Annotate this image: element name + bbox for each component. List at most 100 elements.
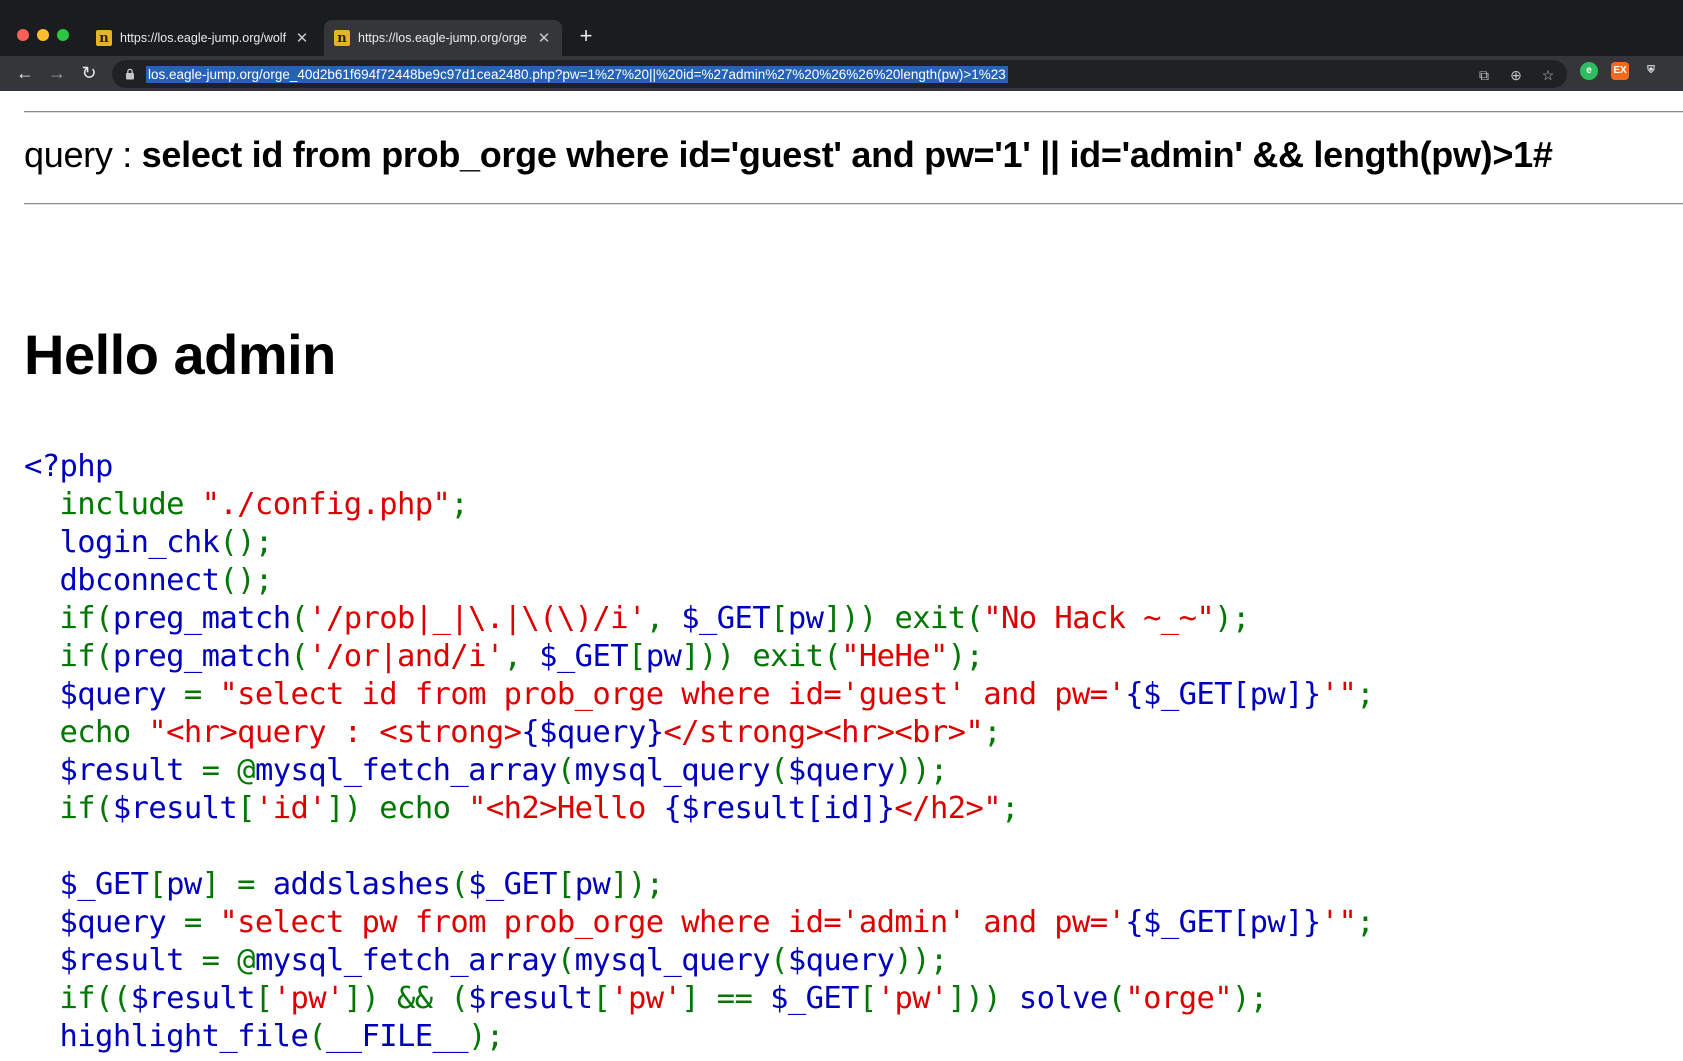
query-label: query : [24, 134, 142, 175]
minimize-window-button[interactable] [37, 29, 49, 41]
code-token: "orge" [1125, 981, 1232, 1016]
code-token: if( [24, 639, 114, 674]
arrow-left-icon[interactable]: ← [12, 60, 38, 86]
code-token: ; [1001, 791, 1019, 826]
code-token: $result [24, 753, 202, 788]
code-token: preg_match [112, 601, 291, 636]
code-token: $query [787, 753, 895, 788]
tab-title: https://los.eagle-jump.org/orge [358, 31, 527, 45]
code-token: $query [787, 943, 895, 978]
divider-bottom [24, 203, 1683, 205]
code-token: , [503, 639, 540, 674]
code-token: ])) exit( [681, 639, 842, 674]
code-line: include "./config.php"; [24, 486, 1374, 524]
code-line [24, 828, 1374, 866]
code-line: $_GET[pw] = addslashes($_GET[pw]); [24, 866, 1374, 904]
code-token: ])) exit( [823, 601, 984, 636]
code-token: pw [787, 601, 824, 636]
code-token: "select pw from prob_orge where id='admi… [219, 905, 1126, 940]
code-token: "<hr>query : <strong> [148, 715, 522, 750]
zoom-window-button[interactable] [57, 29, 69, 41]
code-token: echo [24, 715, 149, 750]
code-token: ( [1107, 981, 1126, 1016]
code-token: ( [770, 943, 788, 978]
code-line: <?php [24, 448, 1374, 486]
arrow-right-icon[interactable]: → [44, 60, 70, 86]
code-token: "HeHe" [841, 639, 948, 674]
address-bar[interactable]: los.eagle-jump.org/orge_40d2b61f694f7244… [112, 60, 1567, 88]
code-token: ] = [201, 867, 273, 902]
close-window-button[interactable] [17, 29, 29, 41]
code-token: [ [148, 867, 167, 902]
code-token: if(( [24, 981, 132, 1016]
code-token: $_GET [24, 867, 149, 902]
shield-extension-icon[interactable]: ⛨ [1642, 62, 1660, 80]
code-token: pw [645, 639, 682, 674]
code-token: if( [24, 601, 114, 636]
code-token: $_GET [539, 639, 628, 674]
divider-top [24, 111, 1683, 113]
code-token: [ [592, 981, 611, 1016]
tab-wolf[interactable]: n https://los.eagle-jump.org/wolf ✕ [86, 20, 320, 56]
translate-icon[interactable]: ⧉ [1475, 66, 1493, 84]
code-token: ; [983, 715, 1001, 750]
code-token: preg_match [112, 639, 291, 674]
code-token: (); [219, 563, 273, 598]
zoom-icon[interactable]: ⊕ [1507, 66, 1525, 84]
code-token: [ [858, 981, 877, 1016]
greeting-heading: Hello admin [24, 323, 336, 386]
code-token: $result [24, 943, 202, 978]
code-token: 'id' [254, 791, 327, 826]
code-token: ; [1356, 677, 1374, 712]
code-token: mysql_fetch_array [254, 943, 558, 978]
code-token: )); [894, 753, 948, 788]
code-token: {$_GET[pw]} [1125, 905, 1321, 940]
code-token: = [183, 677, 220, 712]
code-token: ( [556, 943, 575, 978]
reload-icon[interactable]: ↻ [76, 60, 102, 86]
code-token: ( [450, 867, 469, 902]
code-token: "./config.php" [201, 487, 451, 522]
code-token: pw [574, 867, 611, 902]
code-token: ; [450, 487, 469, 522]
code-token: $result [130, 981, 256, 1016]
code-token: [ [237, 791, 255, 826]
code-token: ]) echo [326, 791, 469, 826]
code-token: $_GET [681, 601, 771, 636]
code-token: mysql_fetch_array [254, 753, 558, 788]
code-token: 'pw' [876, 981, 949, 1016]
code-token: pw [166, 867, 202, 902]
code-token: "select id from prob_orge where id='gues… [219, 677, 1126, 712]
ex-extension-icon[interactable]: EX [1611, 62, 1629, 80]
new-tab-button[interactable]: + [574, 24, 598, 48]
code-token: '" [1320, 905, 1357, 940]
site-favicon-icon: n [334, 30, 350, 46]
code-token: [ [770, 601, 788, 636]
star-icon[interactable]: ☆ [1539, 66, 1557, 84]
code-token: {$result[id]} [663, 791, 896, 826]
browser-window: n https://los.eagle-jump.org/wolf ✕ n ht… [0, 0, 1683, 1061]
code-line: echo "<hr>query : <strong>{$query}</stro… [24, 714, 1374, 752]
tab-orge[interactable]: n https://los.eagle-jump.org/orge ✕ [324, 20, 562, 56]
code-token: '" [1320, 677, 1357, 712]
code-token: )); [894, 943, 948, 978]
code-token: 'pw' [610, 981, 682, 1016]
code-token: = @ [201, 943, 256, 978]
code-token: ])) [947, 981, 1019, 1016]
code-token: ( [556, 753, 575, 788]
code-token: $query [24, 905, 184, 940]
close-tab-icon[interactable]: ✕ [294, 29, 310, 47]
evernote-icon[interactable]: e [1580, 62, 1598, 80]
lock-icon[interactable] [124, 68, 136, 80]
code-token: ); [947, 639, 984, 674]
url-text[interactable]: los.eagle-jump.org/orge_40d2b61f694f7244… [146, 65, 1008, 83]
code-token: = @ [201, 753, 256, 788]
code-token: {$_GET[pw]} [1125, 677, 1321, 712]
code-token: = [183, 905, 220, 940]
code-line: login_chk(); [24, 524, 1374, 562]
code-token: include [24, 487, 202, 522]
code-line: highlight_file(__FILE__); [24, 1018, 1374, 1056]
code-token: login_chk [24, 525, 220, 560]
close-tab-icon[interactable]: ✕ [536, 29, 552, 47]
